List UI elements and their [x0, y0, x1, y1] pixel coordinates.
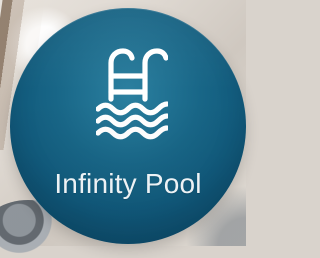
tile-label: Infinity Pool	[54, 168, 202, 199]
infinity-pool-tile[interactable]: Infinity Pool	[10, 8, 246, 244]
pool-ladder-icon	[96, 46, 168, 140]
